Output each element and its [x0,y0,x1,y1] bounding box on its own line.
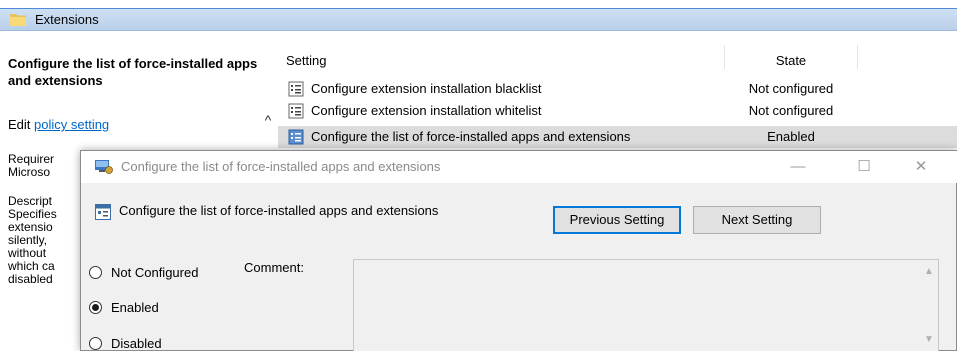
column-header-setting[interactable]: Setting [286,53,326,68]
comment-textarea[interactable]: ▲ ▼ [353,259,939,351]
previous-setting-button[interactable]: Previous Setting [553,206,681,234]
edit-policy-line: Edit policy setting [8,117,109,132]
radio-label: Enabled [111,300,159,315]
radio-label: Disabled [111,336,162,351]
setting-state: Enabled [767,129,815,144]
policy-setting-icon [288,103,304,119]
scroll-up-icon[interactable]: ^ [258,112,278,132]
radio-label: Not Configured [111,265,199,280]
column-divider [857,45,858,69]
setting-name: Configure extension installation whiteli… [311,103,542,118]
comment-scrollbar[interactable]: ▲ ▼ [920,260,938,351]
minimize-button[interactable]: — [775,151,821,183]
table-row-selected[interactable]: Configure the list of force-installed ap… [278,126,957,148]
scroll-down-arrow-icon[interactable]: ▼ [920,334,938,350]
folder-header: Extensions [0,9,957,31]
dialog-title: Configure the list of force-installed ap… [121,159,441,174]
policy-setting-icon [288,129,304,145]
policy-heading: Configure the list of force-installed ap… [8,56,258,88]
radio-circle[interactable] [89,301,102,314]
setting-name: Configure the list of force-installed ap… [311,129,631,144]
policy-app-icon [95,160,113,174]
setting-state: Not configured [748,103,834,118]
close-button[interactable]: ✕ [898,151,944,183]
setting-state: Not configured [748,81,834,96]
requirements-fragment: Microso [8,165,51,179]
edit-policy-link[interactable]: policy setting [34,117,109,132]
policy-setting-icon [288,81,304,97]
policy-setting-dialog: Configure the list of force-installed ap… [80,150,957,351]
radio-circle[interactable] [89,337,102,350]
policy-name: Configure the list of force-installed ap… [119,203,439,218]
radio-circle[interactable] [89,266,102,279]
folder-title: Extensions [35,12,99,27]
scroll-up-arrow-icon[interactable]: ▲ [920,266,938,282]
next-setting-button[interactable]: Next Setting [693,206,821,234]
comment-label: Comment: [244,260,304,275]
dialog-titlebar[interactable]: Configure the list of force-installed ap… [81,151,957,183]
table-row[interactable]: Configure extension installation whiteli… [278,100,957,122]
table-row[interactable]: Configure extension installation blackli… [278,78,957,100]
description-fragment: disabled [8,272,53,286]
window-top-strip [0,0,957,8]
edit-prefix: Edit [8,117,35,132]
policy-setting-icon [95,204,111,220]
maximize-button[interactable]: ☐ [841,151,887,183]
setting-name: Configure extension installation blackli… [311,81,542,96]
folder-icon [10,14,26,26]
view-tab-strip [278,31,957,45]
column-header-state[interactable]: State [708,53,874,68]
